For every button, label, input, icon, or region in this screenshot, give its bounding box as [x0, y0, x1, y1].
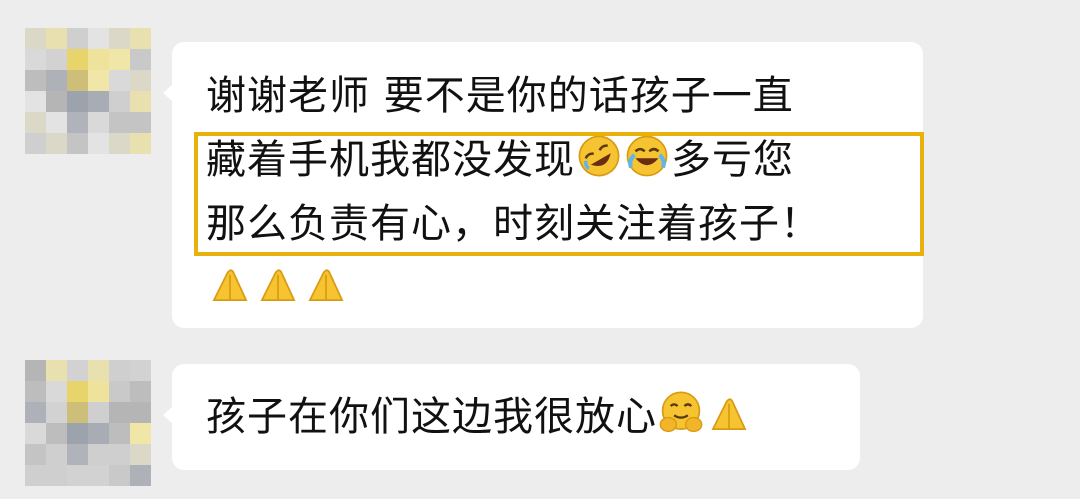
- message-text: 那么负责有心，时刻关注着孩子！: [206, 201, 821, 247]
- folded-hands-emoji: [711, 398, 747, 430]
- message-bubble[interactable]: 谢谢老师 要不是你的话孩子一直 藏着手机我都没发现 多亏您 那么负责有心，时刻关…: [163, 42, 923, 328]
- message-text: 多亏您: [671, 137, 794, 183]
- chat-window: 谢谢老师 要不是你的话孩子一直 藏着手机我都没发现 多亏您 那么负责有心，时刻关…: [0, 0, 1080, 499]
- folded-hands-emoji: [260, 269, 296, 301]
- hugging-face-emoji: [659, 391, 703, 433]
- folded-hands-emoji: [308, 269, 344, 301]
- rolling-laughing-emoji: [578, 135, 620, 177]
- message-text-line: 那么负责有心，时刻关注着孩子！: [206, 196, 821, 252]
- message-text-line: 藏着手机我都没发现 多亏您: [206, 132, 794, 188]
- tears-of-joy-emoji: [626, 135, 668, 177]
- avatar[interactable]: [25, 28, 151, 154]
- message-text-line: 谢谢老师 要不是你的话孩子一直: [206, 68, 794, 124]
- message-text-line: 孩子在你们这边我很放心: [206, 389, 753, 445]
- message-text: 谢谢老师 要不是你的话孩子一直: [206, 73, 794, 119]
- message-emoji-line: [206, 260, 350, 316]
- avatar[interactable]: [25, 360, 151, 486]
- message-text: 孩子在你们这边我很放心: [206, 394, 657, 440]
- message-bubble[interactable]: 孩子在你们这边我很放心: [163, 364, 860, 470]
- message-text: 藏着手机我都没发现: [206, 137, 575, 183]
- folded-hands-emoji: [212, 269, 248, 301]
